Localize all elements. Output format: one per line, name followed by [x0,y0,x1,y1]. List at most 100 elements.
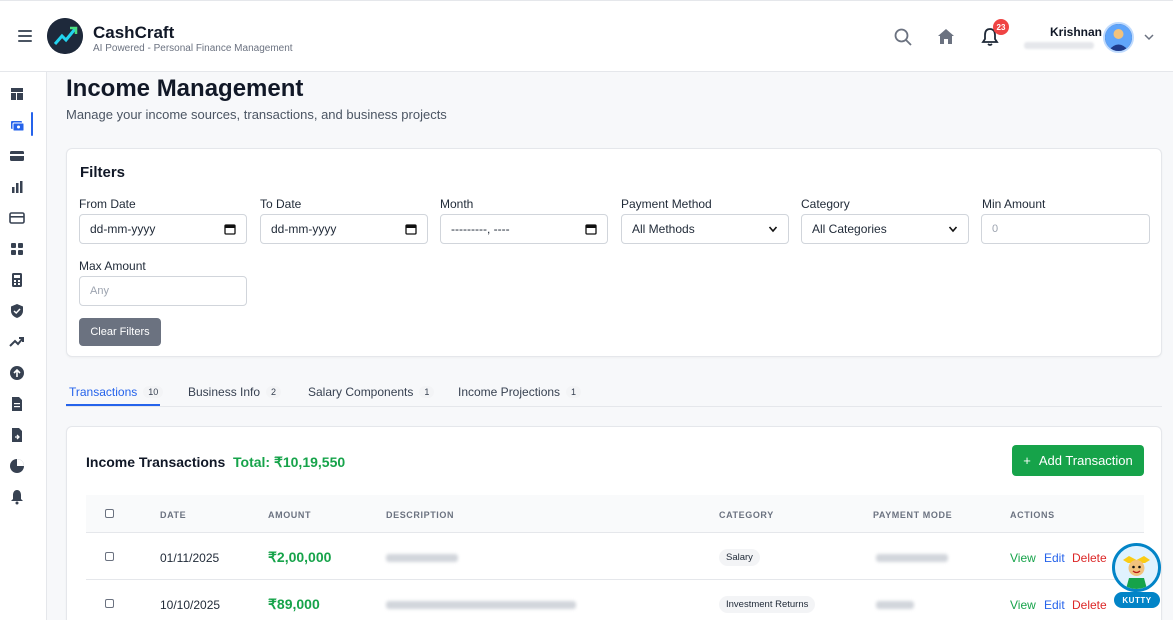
plus-icon: + [1023,453,1031,468]
month-value: ---------, ---- [451,222,510,236]
category-label: Category [801,197,850,211]
calendar-icon[interactable] [585,223,597,235]
home-icon[interactable] [936,27,956,47]
trending-up-icon[interactable] [9,334,25,350]
search-icon[interactable] [893,27,913,47]
shield-icon[interactable] [9,303,25,319]
tab-label: Business Info [188,385,261,399]
add-transaction-button[interactable]: + Add Transaction [1012,445,1144,476]
brand-name: CashCraft [93,23,175,42]
top-bar: CashCraft AI Powered - Personal Finance … [0,0,1173,72]
table-header: DATE AMOUNT DESCRIPTION CATEGORY PAYMENT… [86,495,1144,533]
bell-icon[interactable] [9,489,25,505]
to-date-value: dd-mm-yyyy [271,222,337,236]
upload-circle-icon[interactable] [9,365,25,381]
sidebar-active-indicator [31,112,33,136]
kutty-label[interactable]: KUTTY [1114,592,1160,608]
table-row: 10/10/2025 ₹89,000 Investment Returns Vi… [86,580,1144,620]
from-date-value: dd-mm-yyyy [90,222,156,236]
tab-transactions[interactable]: Transactions 10 [69,385,164,399]
user-name[interactable]: Krishnan [1050,25,1102,39]
table-row: 01/11/2025 ₹2,00,000 Salary View Edit De… [86,533,1144,580]
tab-label: Transactions [69,385,138,399]
kutty-assistant-avatar[interactable] [1112,543,1161,592]
transactions-title: Income Transactions [86,454,226,470]
view-link[interactable]: View [1010,598,1036,612]
document-icon[interactable] [9,396,25,412]
view-link[interactable]: View [1010,551,1036,565]
max-amount-input[interactable]: Any [79,276,247,306]
row-payment-mode-redacted [876,601,914,609]
bar-chart-icon[interactable] [9,179,25,195]
min-amount-input[interactable]: 0 [981,214,1150,244]
sidebar [0,72,47,620]
tab-business-info[interactable]: Business Info 2 [188,385,282,399]
category-select[interactable]: All Categories [801,214,969,244]
month-input[interactable]: ---------, ---- [440,214,608,244]
min-amount-label: Min Amount [982,197,1046,211]
add-transaction-label: Add Transaction [1038,453,1133,468]
tab-count: 2 [266,386,282,398]
chevron-down-icon [768,226,778,233]
filters-title: Filters [80,164,126,181]
brand-logo [47,18,83,54]
from-date-input[interactable]: dd-mm-yyyy [79,214,247,244]
payment-method-value: All Methods [632,222,695,236]
edit-link[interactable]: Edit [1044,598,1065,612]
column-header: ACTIONS [1010,510,1055,520]
menu-icon[interactable] [18,30,32,42]
month-label: Month [440,197,474,211]
card-icon[interactable] [9,148,25,164]
chevron-down-icon[interactable] [1143,31,1155,43]
category-value: All Categories [812,222,887,236]
income-icon[interactable] [9,117,25,133]
max-amount-label: Max Amount [79,259,146,273]
column-header: CATEGORY [719,510,774,520]
max-amount-placeholder: Any [90,285,109,297]
transactions-card: Income Transactions Total: ₹10,19,550 + … [66,426,1162,620]
calendar-icon[interactable] [224,223,236,235]
tab-label: Salary Components [308,385,414,399]
row-checkbox[interactable] [105,552,114,561]
row-amount: ₹2,00,000 [268,549,332,565]
tab-count: 1 [566,386,582,398]
filters-card: Filters From Date dd-mm-yyyy To Date dd-… [66,148,1162,357]
user-email-redacted [1024,42,1094,49]
select-all-checkbox[interactable] [105,509,114,518]
column-header: PAYMENT MODE [873,510,953,520]
clear-filters-button[interactable]: Clear Filters [79,318,161,346]
page-subtitle: Manage your income sources, transactions… [66,107,447,122]
file-export-icon[interactable] [9,427,25,443]
tab-bar: Transactions 10 Business Info 2 Salary C… [66,380,1162,407]
tab-income-projections[interactable]: Income Projections 1 [458,385,582,399]
wallet-icon[interactable] [9,210,25,226]
payment-method-label: Payment Method [621,197,712,211]
notification-badge: 23 [993,19,1009,35]
delete-link[interactable]: Delete [1072,551,1107,565]
tab-salary-components[interactable]: Salary Components 1 [308,385,435,399]
transactions-total: Total: ₹10,19,550 [233,454,346,470]
row-amount: ₹89,000 [268,596,320,612]
row-payment-mode-redacted [876,554,948,562]
to-date-input[interactable]: dd-mm-yyyy [260,214,428,244]
to-date-label: To Date [260,197,302,211]
column-header: AMOUNT [268,510,312,520]
calculator-icon[interactable] [9,272,25,288]
edit-link[interactable]: Edit [1044,551,1065,565]
tab-label: Income Projections [458,385,561,399]
tab-count: 10 [143,386,164,398]
chevron-down-icon [948,226,958,233]
payment-method-select[interactable]: All Methods [621,214,789,244]
column-header: DESCRIPTION [386,510,455,520]
row-date: 01/11/2025 [160,551,220,565]
delete-link[interactable]: Delete [1072,598,1107,612]
brand-tagline: AI Powered - Personal Finance Management [93,43,293,54]
row-category-badge: Salary [719,549,760,566]
calendar-icon[interactable] [405,223,417,235]
grid-icon[interactable] [9,241,25,257]
dashboard-icon[interactable] [9,86,25,102]
avatar[interactable] [1103,22,1134,53]
row-checkbox[interactable] [105,599,114,608]
pie-chart-icon[interactable] [9,458,25,474]
active-tab-indicator [66,404,160,406]
